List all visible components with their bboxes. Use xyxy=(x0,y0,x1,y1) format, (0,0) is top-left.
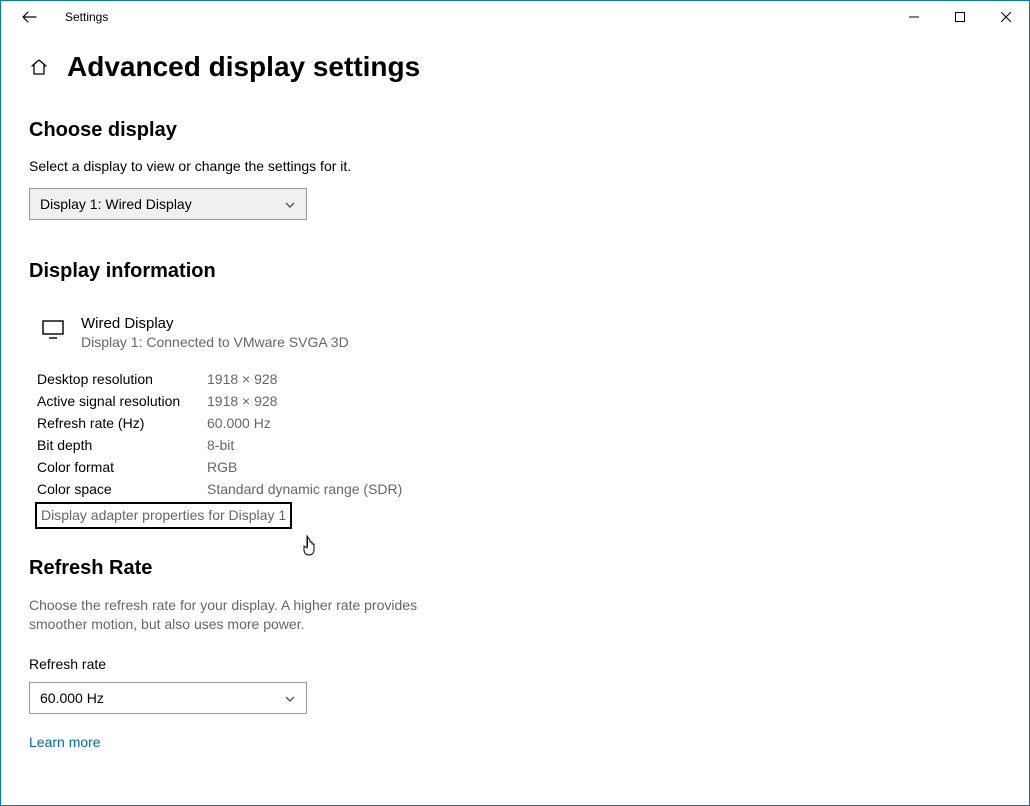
table-row: Refresh rate (Hz) 60.000 Hz xyxy=(37,412,402,434)
refresh-rate-description: Choose the refresh rate for your display… xyxy=(29,596,429,634)
table-row: Color format RGB xyxy=(37,456,402,478)
info-value: RGB xyxy=(207,456,402,478)
choose-display-description: Select a display to view or change the s… xyxy=(29,158,1001,174)
info-value: 8-bit xyxy=(207,434,402,456)
refresh-rate-selector[interactable]: 60.000 Hz xyxy=(29,682,307,714)
display-connection: Display 1: Connected to VMware SVGA 3D xyxy=(81,334,349,350)
info-label: Refresh rate (Hz) xyxy=(37,412,207,434)
display-identity: Wired Display Display 1: Connected to VM… xyxy=(41,315,1001,350)
arrow-left-icon xyxy=(21,9,37,25)
display-name: Wired Display xyxy=(81,315,349,332)
info-label: Color format xyxy=(37,456,207,478)
info-value: Standard dynamic range (SDR) xyxy=(207,478,402,500)
chevron-down-icon xyxy=(284,692,296,704)
page-title: Advanced display settings xyxy=(67,51,420,83)
display-selector-value: Display 1: Wired Display xyxy=(40,196,192,212)
adapter-properties-link[interactable]: Display adapter properties for Display 1 xyxy=(35,502,292,529)
display-info-heading: Display information xyxy=(29,260,1001,283)
info-label: Color space xyxy=(37,478,207,500)
info-value: 1918 × 928 xyxy=(207,390,402,412)
refresh-rate-field-label: Refresh rate xyxy=(29,656,1001,672)
app-title: Settings xyxy=(65,10,108,24)
info-value: 60.000 Hz xyxy=(207,412,402,434)
minimize-icon xyxy=(909,12,919,22)
refresh-rate-heading: Refresh Rate xyxy=(29,557,1001,580)
display-info-table: Desktop resolution 1918 × 928 Active sig… xyxy=(37,368,402,500)
table-row: Color space Standard dynamic range (SDR) xyxy=(37,478,402,500)
minimize-button[interactable] xyxy=(891,1,937,33)
info-label: Bit depth xyxy=(37,434,207,456)
titlebar: Settings xyxy=(1,1,1029,33)
refresh-rate-value: 60.000 Hz xyxy=(40,690,104,706)
close-button[interactable] xyxy=(983,1,1029,33)
learn-more-link[interactable]: Learn more xyxy=(29,734,101,750)
table-row: Bit depth 8-bit xyxy=(37,434,402,456)
info-value: 1918 × 928 xyxy=(207,368,402,390)
info-label: Active signal resolution xyxy=(37,390,207,412)
table-row: Active signal resolution 1918 × 928 xyxy=(37,390,402,412)
info-label: Desktop resolution xyxy=(37,368,207,390)
home-icon[interactable] xyxy=(29,57,49,77)
display-selector[interactable]: Display 1: Wired Display xyxy=(29,188,307,220)
back-button[interactable] xyxy=(19,7,39,27)
page-header: Advanced display settings xyxy=(29,51,1001,83)
close-icon xyxy=(1001,12,1011,22)
choose-display-heading: Choose display xyxy=(29,119,1001,142)
content-area: Advanced display settings Choose display… xyxy=(1,33,1029,750)
table-row: Desktop resolution 1918 × 928 xyxy=(37,368,402,390)
maximize-icon xyxy=(955,12,965,22)
maximize-button[interactable] xyxy=(937,1,983,33)
monitor-icon xyxy=(41,317,65,341)
chevron-down-icon xyxy=(284,198,296,210)
window-controls xyxy=(891,1,1029,33)
